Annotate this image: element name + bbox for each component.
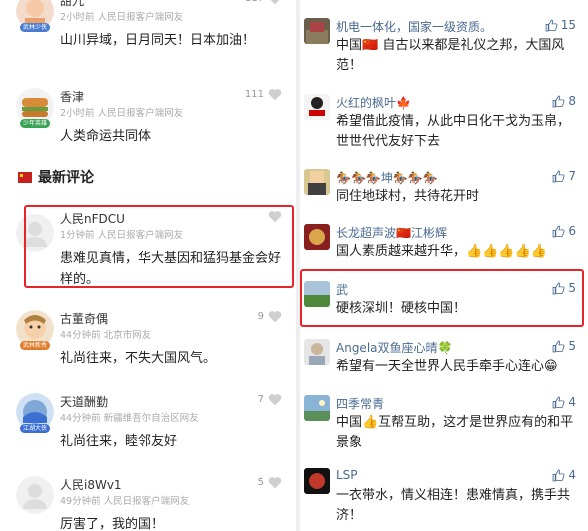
comment-item[interactable]: 火红的枫叶🍁 8 希望借此疫情，从此中日化干戈为玉帛，世世代代友好下去 <box>300 94 588 150</box>
avatar[interactable] <box>304 224 330 250</box>
thumbs-up-icon[interactable] <box>552 396 565 409</box>
comment-item[interactable]: 江湖大侠 天道酬勤 44分钟前 新疆维吾尔自治区网友 7 礼尚往来，睦邻友好 <box>0 393 296 453</box>
like-control[interactable]: 9 <box>258 310 282 323</box>
heart-icon[interactable] <box>268 0 282 5</box>
comment-author[interactable]: 甜九 <box>60 0 84 9</box>
comment-meta: 2小时前 人民日报客户端网友 <box>60 108 184 119</box>
comment-item[interactable]: 四季常青 4 中国👍互帮互助，这才是世界应有的和平景象 <box>300 395 588 451</box>
like-count: 4 <box>568 395 576 409</box>
thumbs-up-icon[interactable] <box>552 170 565 183</box>
section-title: 最新评论 <box>38 170 94 186</box>
comment-text: 一衣带水，情义相连！患难情真，携手共济！ <box>336 488 571 523</box>
thumbs-up-icon[interactable] <box>545 19 558 32</box>
like-count: 5 <box>257 477 264 488</box>
comment-meta: 44分钟前 新疆维吾尔自治区网友 <box>60 413 199 424</box>
comment-text: 希望借此疫情，从此中日化干戈为玉帛，世世代代友好下去 <box>336 114 571 149</box>
thumbs-up-icon[interactable] <box>552 95 565 108</box>
like-control[interactable]: 7 <box>552 169 576 183</box>
left-comments-pane: 武林少侠 甜九 2小时前 人民日报客户端网友 117 山川异域，日月同天！日本加… <box>0 0 300 531</box>
comment-author[interactable]: 机电一体化，国家一级资质。 <box>336 18 492 35</box>
comment-author[interactable]: 香津 <box>60 88 84 105</box>
like-count: 8 <box>568 94 576 108</box>
avatar[interactable] <box>304 18 330 44</box>
flag-icon <box>18 171 32 183</box>
avatar[interactable] <box>304 169 330 195</box>
like-count: 117 <box>245 0 264 4</box>
comment-text: 希望有一天全世界人民手牵手心连心😁 <box>336 359 558 374</box>
section-header-latest-comments: 最新评论 <box>18 167 94 187</box>
comment-item[interactable]: LSP 4 一衣带水，情义相连！患难情真，携手共济！ <box>300 468 588 528</box>
level-badge: 少年英雄 <box>20 119 50 128</box>
comment-author[interactable]: LSP <box>336 468 358 482</box>
comment-item[interactable]: 人民i8Wv1 49分钟前 人民日报客户端网友 5 厉害了，我的国！ <box>0 476 296 531</box>
comment-author[interactable]: Angela双鱼座心晴🍀 <box>336 339 452 356</box>
comment-item[interactable]: 武林少侠 甜九 2小时前 人民日报客户端网友 117 山川异域，日月同天！日本加… <box>0 0 296 62</box>
highlight-box <box>300 269 584 327</box>
like-control[interactable]: 117 <box>245 0 282 5</box>
comment-text: 厉害了，我的国！ <box>60 517 165 531</box>
like-control[interactable]: 5 <box>258 476 282 489</box>
like-count: 6 <box>568 224 576 238</box>
thumbs-up-icon[interactable] <box>552 469 565 482</box>
like-count: 111 <box>244 89 264 100</box>
heart-icon[interactable] <box>268 393 282 406</box>
like-control[interactable]: 111 <box>245 88 282 101</box>
right-comments-pane: 机电一体化，国家一级资质。 15 中国🇨🇳 自古以来都是礼仪之邦，大国风范！ 火… <box>300 0 588 531</box>
comment-text: 中国👍互帮互助，这才是世界应有的和平景象 <box>336 415 574 450</box>
comment-item[interactable]: 🏇🏇🏇坤🏇🏇🏇 7 同住地球村，共待花开时 <box>300 169 588 209</box>
comment-text: 礼尚往来，睦邻友好 <box>60 434 178 449</box>
comment-text: 同住地球村，共待花开时 <box>336 189 480 204</box>
avatar[interactable] <box>304 339 330 365</box>
comment-author[interactable]: 四季常青 <box>336 395 384 412</box>
like-count: 7 <box>257 394 264 405</box>
level-badge: 武林少侠 <box>20 23 50 32</box>
comment-item[interactable]: 长龙超声波🇨🇳江彬辉 6 国人素质越来越升华，👍👍👍👍👍 <box>300 224 588 264</box>
avatar[interactable] <box>304 94 330 120</box>
comment-text: 礼尚往来，不失大国风气。 <box>60 351 217 366</box>
comment-item[interactable]: Angela双鱼座心晴🍀 5 希望有一天全世界人民手牵手心连心😁 <box>300 339 588 379</box>
level-badge: 江湖大侠 <box>20 424 50 433</box>
comment-author[interactable]: 长龙超声波🇨🇳江彬辉 <box>336 224 447 241</box>
thumbs-up-icon[interactable] <box>552 225 565 238</box>
comment-item[interactable]: 少年英雄 香津 2小时前 人民日报客户端网友 111 人类命运共同体 <box>0 88 296 158</box>
like-count: 4 <box>568 468 576 482</box>
comment-item[interactable]: 机电一体化，国家一级资质。 15 中国🇨🇳 自古以来都是礼仪之邦，大国风范！ <box>300 18 588 74</box>
like-control[interactable]: 4 <box>552 395 576 409</box>
highlight-box <box>24 205 294 288</box>
comment-item[interactable]: 武林新秀 古董奇偶 44分钟前 北京市网友 9 礼尚往来，不失大国风气。 <box>0 310 296 370</box>
comment-author[interactable]: 人民i8Wv1 <box>60 476 122 493</box>
heart-icon[interactable] <box>268 476 282 489</box>
comment-author[interactable]: 🏇🏇🏇坤🏇🏇🏇 <box>336 169 438 186</box>
like-count: 5 <box>568 339 576 353</box>
comment-meta: 44分钟前 北京市网友 <box>60 330 152 341</box>
comment-author[interactable]: 天道酬勤 <box>60 393 108 410</box>
like-count: 15 <box>560 18 576 32</box>
avatar[interactable] <box>304 468 330 494</box>
thumbs-up-icon[interactable] <box>552 340 565 353</box>
like-control[interactable]: 15 <box>545 18 576 32</box>
comment-meta: 49分钟前 人民日报客户端网友 <box>60 496 190 507</box>
comment-author[interactable]: 古董奇偶 <box>60 310 108 327</box>
comment-text: 中国🇨🇳 自古以来都是礼仪之邦，大国风范！ <box>336 38 565 73</box>
like-count: 7 <box>568 169 576 183</box>
like-control[interactable]: 6 <box>552 224 576 238</box>
comment-meta: 2小时前 人民日报客户端网友 <box>60 12 184 23</box>
comment-author[interactable]: 火红的枫叶🍁 <box>336 94 411 111</box>
like-control[interactable]: 4 <box>552 468 576 482</box>
comment-text: 国人素质越来越升华，👍👍👍👍👍 <box>336 244 547 259</box>
comment-text: 山川异域，日月同天！日本加油！ <box>60 33 256 48</box>
like-count: 9 <box>257 311 264 322</box>
like-control[interactable]: 8 <box>552 94 576 108</box>
like-control[interactable]: 7 <box>258 393 282 406</box>
heart-icon[interactable] <box>268 310 282 323</box>
level-badge: 武林新秀 <box>20 341 50 350</box>
avatar[interactable] <box>304 395 330 421</box>
avatar[interactable] <box>16 476 54 514</box>
comment-text: 人类命运共同体 <box>60 129 152 144</box>
heart-icon[interactable] <box>268 88 282 101</box>
like-control[interactable]: 5 <box>552 339 576 353</box>
